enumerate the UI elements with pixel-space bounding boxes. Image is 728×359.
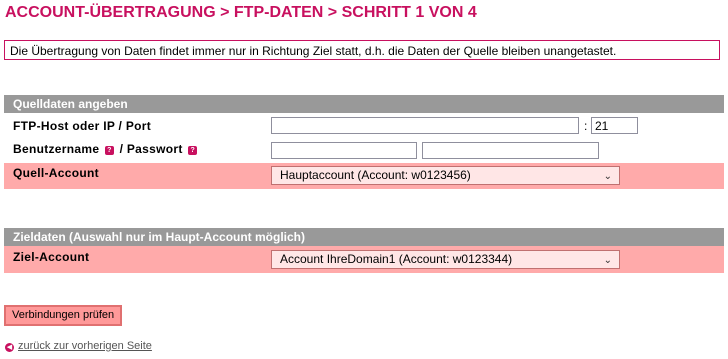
source-section-header: Quelldaten angeben [4, 95, 724, 113]
info-icon[interactable]: ? [104, 146, 114, 155]
credentials-row: Benutzername ? / Passwort ? [4, 139, 724, 163]
target-section-header: Zieldaten (Auswahl nur im Haupt-Account … [4, 228, 724, 246]
username-input[interactable] [271, 142, 417, 159]
username-label: Benutzername [13, 142, 100, 156]
chevron-down-icon: ⌄ [603, 255, 612, 266]
info-icon[interactable]: ? [188, 146, 198, 155]
host-label: FTP-Host oder IP / Port [13, 119, 152, 133]
source-account-select[interactable]: Hauptaccount (Account: w0123456) ⌄ [271, 166, 620, 185]
password-input[interactable] [422, 142, 599, 159]
source-section: Quelldaten angeben FTP-Host oder IP / Po… [4, 95, 724, 189]
source-account-row: Quell-Account Hauptaccount (Account: w01… [4, 163, 724, 189]
back-link[interactable]: zurück zur vorherigen Seite [18, 340, 152, 352]
host-row: FTP-Host oder IP / Port : [4, 113, 724, 139]
source-account-value: Hauptaccount (Account: w0123456) [280, 168, 471, 182]
check-connections-button[interactable]: Verbindungen prüfen [4, 305, 123, 326]
back-arrow-icon: ◀ [5, 343, 14, 352]
chevron-down-icon: ⌄ [603, 171, 612, 182]
target-account-value: Account IhreDomain1 (Account: w0123344) [280, 252, 513, 266]
label-separator: / [119, 142, 124, 156]
target-account-label: Ziel-Account [13, 250, 90, 264]
target-section: Zieldaten (Auswahl nur im Haupt-Account … [4, 228, 724, 273]
port-input[interactable] [591, 117, 638, 134]
target-account-select[interactable]: Account IhreDomain1 (Account: w0123344) … [271, 250, 620, 269]
port-separator: : [584, 119, 588, 133]
notice-box: Die Übertragung von Daten findet immer n… [4, 40, 720, 60]
credentials-label: Benutzername ? / Passwort ? [13, 142, 199, 156]
target-account-row: Ziel-Account Account IhreDomain1 (Accoun… [4, 246, 724, 273]
password-label: Passwort [126, 142, 183, 156]
ftp-host-input[interactable] [271, 117, 579, 134]
back-link-container: ◀ zurück zur vorherigen Seite [5, 340, 152, 352]
source-account-label: Quell-Account [13, 166, 99, 180]
page-title: ACCOUNT-ÜBERTRAGUNG > FTP-DATEN > SCHRIT… [5, 4, 477, 21]
